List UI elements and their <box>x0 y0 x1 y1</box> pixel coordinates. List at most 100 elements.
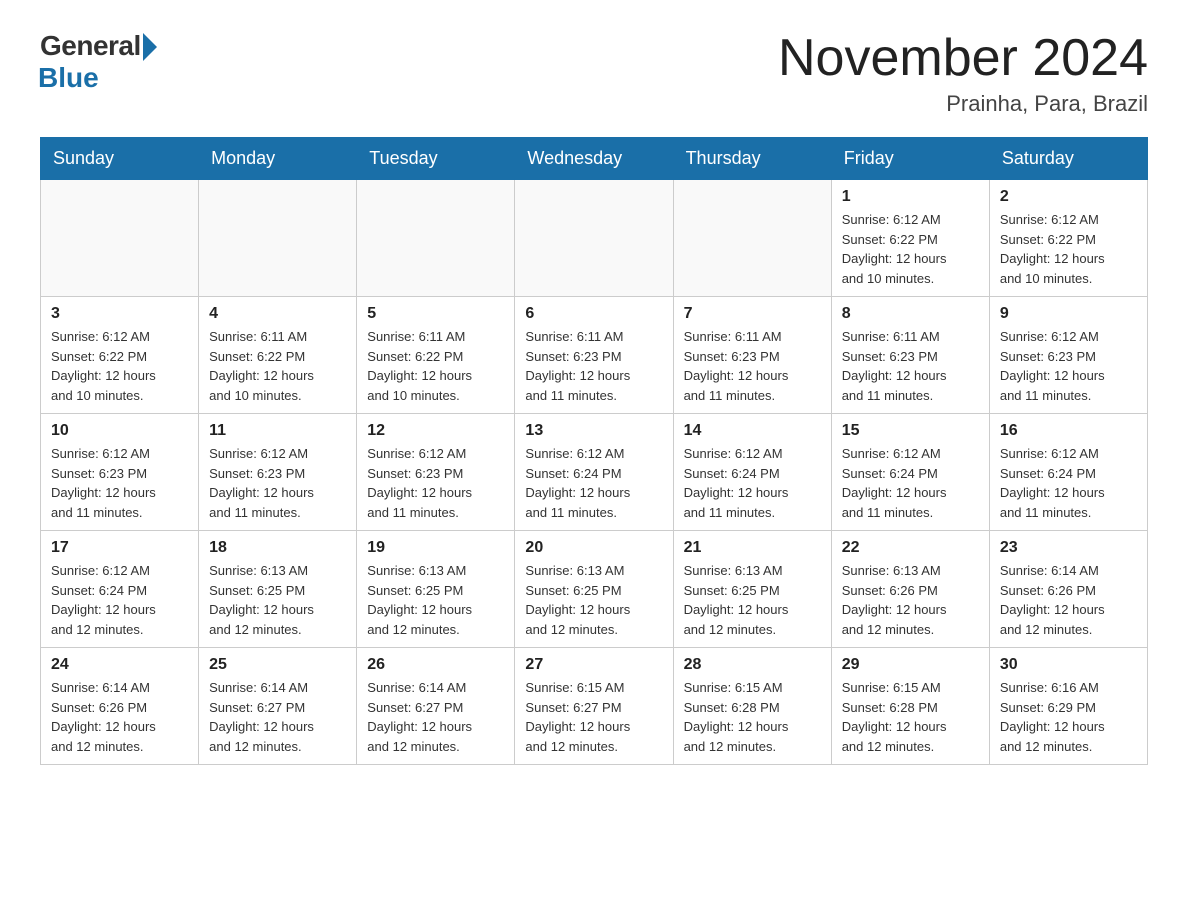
day-info: Sunrise: 6:11 AMSunset: 6:22 PMDaylight:… <box>367 327 504 405</box>
day-info: Sunrise: 6:12 AMSunset: 6:24 PMDaylight:… <box>525 444 662 522</box>
day-number: 16 <box>1000 422 1137 440</box>
title-section: November 2024 Prainha, Para, Brazil <box>778 30 1148 117</box>
day-number: 13 <box>525 422 662 440</box>
day-info: Sunrise: 6:13 AMSunset: 6:25 PMDaylight:… <box>367 561 504 639</box>
day-cell <box>357 180 515 297</box>
day-number: 18 <box>209 539 346 557</box>
col-friday: Friday <box>831 138 989 180</box>
day-number: 8 <box>842 305 979 323</box>
col-monday: Monday <box>199 138 357 180</box>
day-number: 2 <box>1000 188 1137 206</box>
day-cell: 26Sunrise: 6:14 AMSunset: 6:27 PMDayligh… <box>357 648 515 765</box>
day-info: Sunrise: 6:13 AMSunset: 6:25 PMDaylight:… <box>684 561 821 639</box>
day-number: 6 <box>525 305 662 323</box>
week-row-1: 1 Sunrise: 6:12 AMSunset: 6:22 PMDaylight… <box>41 180 1148 297</box>
day-number: 28 <box>684 656 821 674</box>
day-cell: 14 Sunrise: 6:12 AMSunset: 6:24 PMDayligh… <box>673 414 831 531</box>
day-info: Sunrise: 6:12 AMSunset: 6:22 PMDaylight:… <box>842 210 979 288</box>
logo: General Blue <box>40 30 157 94</box>
day-number: 29 <box>842 656 979 674</box>
day-info: Sunrise: 6:14 AMSunset: 6:26 PMDaylight:… <box>51 678 188 756</box>
day-cell: 22 Sunrise: 6:13 AMSunset: 6:26 PMDayligh… <box>831 531 989 648</box>
col-tuesday: Tuesday <box>357 138 515 180</box>
day-info: Sunrise: 6:13 AMSunset: 6:26 PMDaylight:… <box>842 561 979 639</box>
day-cell: 27 Sunrise: 6:15 AMSunset: 6:27 PMDayligh… <box>515 648 673 765</box>
day-info: Sunrise: 6:11 AMSunset: 6:22 PMDaylight:… <box>209 327 346 405</box>
day-cell: 30 Sunrise: 6:16 AMSunset: 6:29 PMDayligh… <box>989 648 1147 765</box>
day-number: 27 <box>525 656 662 674</box>
day-cell: 12Sunrise: 6:12 AMSunset: 6:23 PMDayligh… <box>357 414 515 531</box>
day-info: Sunrise: 6:13 AMSunset: 6:25 PMDaylight:… <box>209 561 346 639</box>
day-cell: 28Sunrise: 6:15 AMSunset: 6:28 PMDayligh… <box>673 648 831 765</box>
day-cell <box>41 180 199 297</box>
col-saturday: Saturday <box>989 138 1147 180</box>
day-info: Sunrise: 6:12 AMSunset: 6:23 PMDaylight:… <box>367 444 504 522</box>
day-number: 20 <box>525 539 662 557</box>
day-number: 14 <box>684 422 821 440</box>
day-cell: 23 Sunrise: 6:14 AMSunset: 6:26 PMDayligh… <box>989 531 1147 648</box>
day-number: 15 <box>842 422 979 440</box>
day-cell: 13 Sunrise: 6:12 AMSunset: 6:24 PMDayligh… <box>515 414 673 531</box>
day-info: Sunrise: 6:12 AMSunset: 6:24 PMDaylight:… <box>1000 444 1137 522</box>
col-thursday: Thursday <box>673 138 831 180</box>
day-cell: 2 Sunrise: 6:12 AMSunset: 6:22 PMDaylight… <box>989 180 1147 297</box>
day-cell: 8 Sunrise: 6:11 AMSunset: 6:23 PMDaylight… <box>831 297 989 414</box>
day-info: Sunrise: 6:12 AMSunset: 6:23 PMDaylight:… <box>1000 327 1137 405</box>
day-info: Sunrise: 6:13 AMSunset: 6:25 PMDaylight:… <box>525 561 662 639</box>
day-cell: 15 Sunrise: 6:12 AMSunset: 6:24 PMDayligh… <box>831 414 989 531</box>
page-header: General Blue November 2024 Prainha, Para… <box>40 30 1148 117</box>
day-cell: 10Sunrise: 6:12 AMSunset: 6:23 PMDayligh… <box>41 414 199 531</box>
col-wednesday: Wednesday <box>515 138 673 180</box>
day-info: Sunrise: 6:16 AMSunset: 6:29 PMDaylight:… <box>1000 678 1137 756</box>
day-cell: 24Sunrise: 6:14 AMSunset: 6:26 PMDayligh… <box>41 648 199 765</box>
day-number: 9 <box>1000 305 1137 323</box>
day-info: Sunrise: 6:12 AMSunset: 6:22 PMDaylight:… <box>51 327 188 405</box>
day-info: Sunrise: 6:12 AMSunset: 6:24 PMDaylight:… <box>684 444 821 522</box>
day-number: 23 <box>1000 539 1137 557</box>
day-cell: 4Sunrise: 6:11 AMSunset: 6:22 PMDaylight… <box>199 297 357 414</box>
day-info: Sunrise: 6:14 AMSunset: 6:26 PMDaylight:… <box>1000 561 1137 639</box>
day-cell: 29 Sunrise: 6:15 AMSunset: 6:28 PMDayligh… <box>831 648 989 765</box>
day-number: 11 <box>209 422 346 440</box>
day-number: 1 <box>842 188 979 206</box>
day-cell: 17 Sunrise: 6:12 AMSunset: 6:24 PMDayligh… <box>41 531 199 648</box>
day-info: Sunrise: 6:11 AMSunset: 6:23 PMDaylight:… <box>525 327 662 405</box>
col-sunday: Sunday <box>41 138 199 180</box>
day-number: 21 <box>684 539 821 557</box>
day-cell: 19 Sunrise: 6:13 AMSunset: 6:25 PMDayligh… <box>357 531 515 648</box>
day-number: 25 <box>209 656 346 674</box>
day-number: 19 <box>367 539 504 557</box>
day-cell: 9 Sunrise: 6:12 AMSunset: 6:23 PMDaylight… <box>989 297 1147 414</box>
week-row-3: 10 Sunrise: 6:12 AMSunset: 6:23 PMDayligh… <box>41 414 1148 531</box>
day-info: Sunrise: 6:11 AMSunset: 6:23 PMDaylight:… <box>684 327 821 405</box>
day-number: 17 <box>51 539 188 557</box>
day-info: Sunrise: 6:12 AMSunset: 6:24 PMDaylight:… <box>51 561 188 639</box>
day-info: Sunrise: 6:15 AMSunset: 6:28 PMDaylight:… <box>842 678 979 756</box>
day-number: 10 <box>51 422 188 440</box>
day-cell: 16 Sunrise: 6:12 AMSunset: 6:24 PMDayligh… <box>989 414 1147 531</box>
day-info: Sunrise: 6:12 AMSunset: 6:24 PMDaylight:… <box>842 444 979 522</box>
day-info: Sunrise: 6:12 AMSunset: 6:23 PMDaylight:… <box>209 444 346 522</box>
day-cell: 20 Sunrise: 6:13 AMSunset: 6:25 PMDayligh… <box>515 531 673 648</box>
day-info: Sunrise: 6:11 AMSunset: 6:23 PMDaylight:… <box>842 327 979 405</box>
day-number: 5 <box>367 305 504 323</box>
day-cell: 25Sunrise: 6:14 AMSunset: 6:27 PMDayligh… <box>199 648 357 765</box>
day-cell: 5 Sunrise: 6:11 AMSunset: 6:22 PMDaylight… <box>357 297 515 414</box>
week-row-4: 17 Sunrise: 6:12 AMSunset: 6:24 PMDayligh… <box>41 531 1148 648</box>
day-cell: 7Sunrise: 6:11 AMSunset: 6:23 PMDaylight… <box>673 297 831 414</box>
day-cell: 3 Sunrise: 6:12 AMSunset: 6:22 PMDaylight… <box>41 297 199 414</box>
day-cell: 11 Sunrise: 6:12 AMSunset: 6:23 PMDayligh… <box>199 414 357 531</box>
header-row: Sunday Monday Tuesday Wednesday Thursday… <box>41 138 1148 180</box>
day-number: 22 <box>842 539 979 557</box>
day-cell: 18 Sunrise: 6:13 AMSunset: 6:25 PMDayligh… <box>199 531 357 648</box>
day-cell: 21 Sunrise: 6:13 AMSunset: 6:25 PMDayligh… <box>673 531 831 648</box>
day-info: Sunrise: 6:15 AMSunset: 6:27 PMDaylight:… <box>525 678 662 756</box>
day-number: 30 <box>1000 656 1137 674</box>
week-row-5: 24Sunrise: 6:14 AMSunset: 6:26 PMDayligh… <box>41 648 1148 765</box>
day-cell <box>515 180 673 297</box>
logo-general-text: General <box>40 30 141 62</box>
day-cell <box>673 180 831 297</box>
week-row-2: 3 Sunrise: 6:12 AMSunset: 6:22 PMDaylight… <box>41 297 1148 414</box>
day-number: 3 <box>51 305 188 323</box>
day-info: Sunrise: 6:12 AMSunset: 6:22 PMDaylight:… <box>1000 210 1137 288</box>
